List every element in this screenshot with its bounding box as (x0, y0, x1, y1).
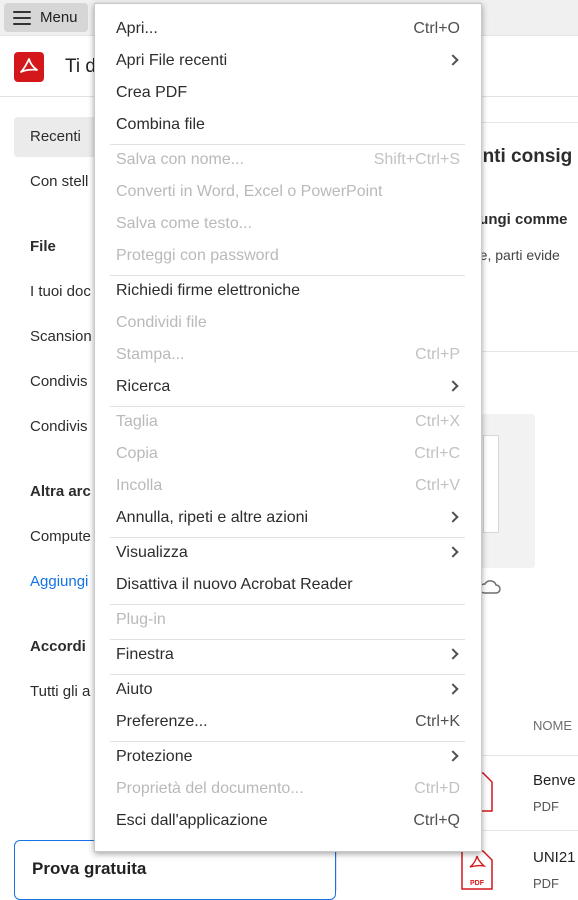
free-trial-label: Prova gratuita (32, 859, 147, 878)
sidebar-item-starred[interactable]: Con stell (30, 173, 88, 190)
menu-item-protect-password[interactable]: Proteggi con password (95, 241, 481, 271)
sidebar-item-recent[interactable]: Recenti (30, 128, 81, 145)
file-type: PDF (533, 876, 559, 891)
menu-item-share-file[interactable]: Condividi file (95, 308, 481, 338)
menu-item-plugins[interactable]: Plug-in (95, 605, 481, 635)
menu-item-save-as[interactable]: Salva con nome... Shift+Ctrl+S (95, 145, 481, 175)
sidebar-heading-agreements: Accordi (30, 638, 86, 655)
column-header-name[interactable]: NOME (533, 718, 572, 733)
hamburger-icon (13, 10, 31, 25)
menu-item-window[interactable]: Finestra (95, 640, 481, 670)
file-name[interactable]: UNI21 (533, 849, 576, 866)
menu-item-combine-files[interactable]: Combina file (95, 110, 481, 140)
menu-item-open[interactable]: Apri... Ctrl+O (95, 14, 481, 44)
menu-item-copy[interactable]: Copia Ctrl+C (95, 439, 481, 469)
sidebar-item-computer[interactable]: Compute (30, 528, 91, 545)
svg-text:PDF: PDF (470, 880, 485, 887)
menu-item-print[interactable]: Stampa... Ctrl+P (95, 340, 481, 370)
file-type: PDF (533, 799, 559, 814)
sidebar-heading-files: File (30, 238, 56, 255)
chevron-right-icon (447, 648, 459, 660)
menu-item-exit[interactable]: Esci dall'applicazione Ctrl+Q (95, 806, 481, 836)
sidebar-item-shared-1[interactable]: Condivis (30, 373, 88, 390)
menu-button[interactable]: Menu (4, 3, 88, 32)
menu-item-search[interactable]: Ricerca (95, 372, 481, 402)
menu-item-create-pdf[interactable]: Crea PDF (95, 78, 481, 108)
menu-item-help[interactable]: Aiuto (95, 675, 481, 705)
chevron-right-icon (447, 683, 459, 695)
menu-item-cut[interactable]: Taglia Ctrl+X (95, 407, 481, 437)
sidebar-heading-other-archives: Altra arc (30, 483, 91, 500)
menu-item-paste[interactable]: Incolla Ctrl+V (95, 471, 481, 501)
menu-item-protection[interactable]: Protezione (95, 742, 481, 772)
sidebar-item-your-documents[interactable]: I tuoi doc (30, 283, 91, 300)
chevron-right-icon (447, 546, 459, 558)
recommended-subtitle: iungi comme (475, 211, 568, 228)
menu-item-save-as-text[interactable]: Salva come testo... (95, 209, 481, 239)
chevron-right-icon (447, 750, 459, 762)
menu-item-preferences[interactable]: Preferenze... Ctrl+K (95, 707, 481, 737)
header-title: Ti d (65, 56, 96, 77)
menu-item-convert-office[interactable]: Converti in Word, Excel o PowerPoint (95, 177, 481, 207)
pdf-file-icon: PDF (461, 850, 493, 890)
menu-item-document-properties[interactable]: Proprietà del documento... Ctrl+D (95, 774, 481, 804)
menu-item-open-recent[interactable]: Apri File recenti (95, 46, 481, 76)
acrobat-logo-icon (14, 52, 44, 82)
recommended-title: enti consig (472, 146, 573, 167)
sidebar-item-scans[interactable]: Scansion (30, 328, 92, 345)
main-menu-dropdown: Apri... Ctrl+O Apri File recenti Crea PDF… (94, 3, 482, 852)
chevron-right-icon (447, 54, 459, 66)
chevron-right-icon (447, 511, 459, 523)
sidebar-item-shared-2[interactable]: Condivis (30, 418, 88, 435)
menu-item-request-signatures[interactable]: Richiedi firme elettroniche (95, 276, 481, 306)
document-page-preview (483, 435, 499, 533)
file-name[interactable]: Benve (533, 772, 576, 789)
sidebar-item-add-account[interactable]: Aggiungi (30, 573, 88, 590)
menu-button-label: Menu (40, 9, 78, 26)
chevron-right-icon (447, 380, 459, 392)
sidebar-item-all-agreements[interactable]: Tutti gli a (30, 683, 90, 700)
menu-item-disable-new-reader[interactable]: Disattiva il nuovo Acrobat Reader (95, 570, 481, 600)
menu-item-view[interactable]: Visualizza (95, 538, 481, 568)
menu-item-undo-redo[interactable]: Annulla, ripeti e altre azioni (95, 503, 481, 533)
